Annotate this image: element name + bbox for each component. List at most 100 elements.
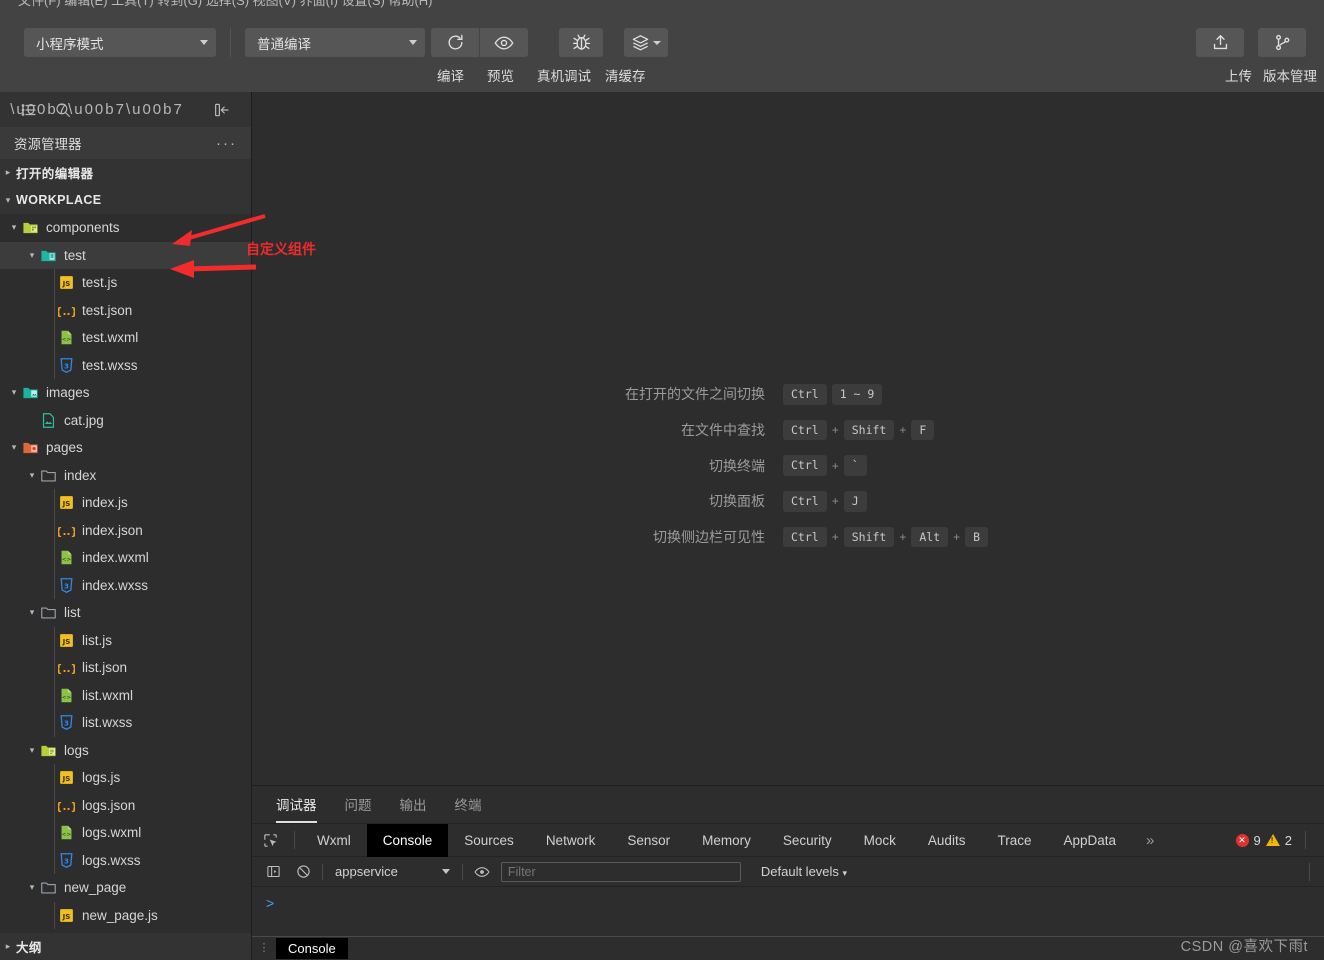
tree-item-components[interactable]: ▾ components (0, 214, 251, 242)
devtools-separator (294, 831, 295, 849)
svg-text:3: 3 (64, 581, 69, 590)
version-management-button[interactable] (1258, 28, 1306, 57)
tree-item-test-wxss[interactable]: 3 test.wxss (0, 351, 251, 379)
tree-item-list-wxss[interactable]: 3 list.wxss (0, 709, 251, 737)
tree-item-test-json[interactable]: {..} test.json (0, 296, 251, 324)
console-eye-icon[interactable] (471, 864, 493, 880)
shortcut-joiner: + (831, 458, 839, 473)
menu-strip[interactable]: 文件(F) 编辑(E) 工具(T) 转到(G) 选择(S) 视图(V) 界面(I… (0, 0, 1324, 14)
panel-tab-1[interactable]: 问题 (345, 794, 372, 823)
tree-item-new-page-js[interactable]: JS new_page.js (0, 901, 251, 929)
toolbar-divider (230, 28, 231, 57)
devtools-tab-sensor[interactable]: Sensor (611, 824, 686, 857)
svg-text:3: 3 (64, 361, 69, 370)
tree-item-logs-wxml[interactable]: <> logs.wxml (0, 819, 251, 847)
collapse-panel-icon[interactable] (205, 96, 239, 124)
tree-item-pages[interactable]: ▾ pages (0, 434, 251, 462)
tree-item-list-wxml[interactable]: <> list.wxml (0, 681, 251, 709)
mode-select[interactable]: 小程序模式 (24, 28, 216, 57)
tree-item-test-wxml[interactable]: <> test.wxml (0, 324, 251, 352)
console-context-select[interactable]: appservice (331, 864, 454, 879)
shortcut-joiner: + (831, 422, 839, 437)
drawer-tab-console[interactable]: Console (276, 938, 348, 959)
shortcut-keys: Ctrl + Shift + Alt + B (783, 526, 989, 548)
tree-item-index-js[interactable]: JS index.js (0, 489, 251, 517)
svg-text:{..}: {..} (58, 305, 75, 318)
folder-components-icon (22, 219, 46, 236)
tree-item-cat-jpg[interactable]: cat.jpg (0, 407, 251, 435)
tree-section-open-editors[interactable]: ▸ 打开的编辑器 (0, 159, 251, 187)
file-tree: ▸ 打开的编辑器 ▾ WORKPLACE ▾ components ▾ test JS t… (0, 159, 251, 929)
tree-item-index-json[interactable]: {..} index.json (0, 516, 251, 544)
devtools-status[interactable]: ✕ 9 2 (1235, 831, 1306, 849)
js-icon: JS (58, 632, 82, 649)
tree-item-logs-wxss[interactable]: 3 logs.wxss (0, 846, 251, 874)
tree-item-label: components (46, 220, 120, 236)
preview-button[interactable] (480, 28, 528, 57)
devtools-tab-audits[interactable]: Audits (912, 824, 982, 857)
panel-tab-2[interactable]: 输出 (400, 794, 427, 823)
indent-guide (54, 819, 55, 847)
console-filter-input[interactable] (500, 861, 741, 882)
shortcut-key: Ctrl (783, 490, 827, 512)
devtools-tab-appdata[interactable]: AppData (1047, 824, 1132, 857)
indent-guide (54, 846, 55, 874)
svg-text:{..}: {..} (58, 662, 75, 675)
tree-item-index-wxml[interactable]: <> index.wxml (0, 544, 251, 572)
tree-item-images[interactable]: ▾ images (0, 379, 251, 407)
compile-button[interactable] (431, 28, 479, 57)
compile-select[interactable]: 普通编译 (245, 28, 425, 57)
devtools-tab-security[interactable]: Security (767, 824, 848, 857)
tree-item-logs-json[interactable]: {..} logs.json (0, 791, 251, 819)
devtools-tab-trace[interactable]: Trace (981, 824, 1047, 857)
tree-section-outline[interactable]: ▸ 大纲 (0, 932, 251, 960)
devtools-tab-sources[interactable]: Sources (448, 824, 530, 857)
panel-tab-3[interactable]: 终端 (455, 794, 482, 823)
shortcut-list: 在打开的文件之间切换 Ctrl 1 ~ 9 在文件中查找 Ctrl + Shift + F 切换终… (252, 384, 1324, 548)
svg-text:3: 3 (64, 719, 69, 728)
remote-debug-button[interactable] (559, 28, 603, 57)
console-sidebar-toggle-icon[interactable] (262, 864, 284, 879)
upload-button[interactable] (1196, 28, 1244, 57)
tree-item-logs[interactable]: ▾ logs (0, 737, 251, 765)
devtools-tab-network[interactable]: Network (530, 824, 612, 857)
tree-item-test-js[interactable]: JS test.js (0, 269, 251, 297)
tree-item-label: index.wxml (82, 550, 149, 566)
devtools-overflow-icon[interactable]: » (1132, 832, 1168, 849)
chevron-down-icon: ▾ (29, 744, 35, 755)
console-output[interactable]: > (252, 887, 1324, 929)
svg-text:JS: JS (62, 279, 71, 288)
shortcut-joiner: + (831, 494, 839, 509)
svg-text:<>: <> (62, 832, 72, 838)
ellipsis-icon[interactable]: \u00b7\u00b7\u00b7 (10, 96, 182, 124)
wxss-icon: 3 (58, 852, 82, 869)
tree-item-index-wxss[interactable]: 3 index.wxss (0, 571, 251, 599)
svg-text:3: 3 (64, 856, 69, 865)
clear-console-icon[interactable] (292, 864, 314, 879)
tree-section-workplace[interactable]: ▾ WORKPLACE (0, 186, 251, 214)
devtools-tab-mock[interactable]: Mock (848, 824, 912, 857)
tree-item-list-json[interactable]: {..} list.json (0, 654, 251, 682)
inspect-element-icon[interactable] (252, 824, 288, 857)
console-prompt-icon: > (266, 895, 275, 911)
shortcut-key: Ctrl (783, 384, 827, 405)
drawer-grip-icon[interactable]: ⋮ (252, 942, 276, 953)
clear-cache-button[interactable] (624, 28, 668, 57)
panel-tab-0[interactable]: 调试器 (276, 794, 317, 823)
warning-count: 2 (1284, 832, 1292, 848)
chevron-down-icon: ▾ (11, 387, 17, 398)
tree-item-test[interactable]: ▾ test (0, 241, 251, 269)
tree-item-logs-js[interactable]: JS logs.js (0, 764, 251, 792)
tree-item-list-js[interactable]: JS list.js (0, 626, 251, 654)
menu-strip-text: 文件(F) 编辑(E) 工具(T) 转到(G) 选择(S) 视图(V) 界面(I… (18, 0, 433, 8)
console-levels-select[interactable]: Default levels ▾ (761, 864, 847, 879)
tree-item-index[interactable]: ▾ index (0, 462, 251, 490)
shortcut-key: Ctrl (783, 526, 827, 548)
devtools-tab-wxml[interactable]: Wxml (301, 824, 367, 857)
devtools-tab-console[interactable]: Console (366, 823, 449, 857)
devtools-tab-memory[interactable]: Memory (686, 824, 767, 857)
explorer-more-icon[interactable]: ··· (216, 135, 237, 152)
tree-item-list[interactable]: ▾ list (0, 599, 251, 627)
tree-item-new-page[interactable]: ▾ new_page (0, 874, 251, 902)
explorer-title: 资源管理器 (14, 137, 82, 152)
